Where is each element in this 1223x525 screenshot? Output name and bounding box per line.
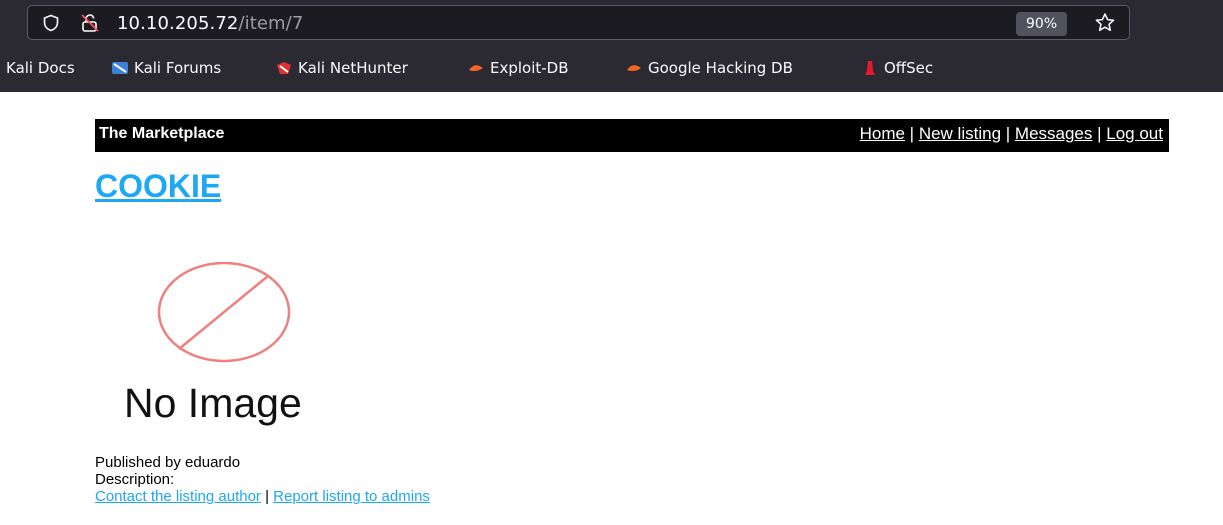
bookmark-label: Exploit-DB	[490, 59, 569, 77]
listing-meta: Published by eduardo Description: Contac…	[95, 454, 430, 505]
browser-chrome: 10.10.205.72/item/7 90% Kali Docs Kali F…	[0, 0, 1223, 92]
bookmark-exploit-db[interactable]: Exploit-DB	[468, 57, 569, 79]
nav-separator: |	[904, 124, 919, 143]
report-listing-link[interactable]: Report listing to admins	[273, 488, 430, 505]
shield-icon[interactable]	[42, 14, 60, 32]
bookmark-kali-forums[interactable]: Kali Forums	[112, 57, 221, 79]
ghdb-icon	[627, 65, 641, 72]
nav-messages-link[interactable]: Messages	[1015, 124, 1092, 143]
bookmark-offsec[interactable]: OffSec	[862, 57, 933, 79]
nav-new-listing-link[interactable]: New listing	[919, 124, 1001, 143]
contact-author-link[interactable]: Contact the listing author	[95, 488, 261, 505]
offsec-icon	[865, 61, 875, 75]
nav-home-link[interactable]: Home	[860, 124, 905, 143]
site-brand: The Marketplace	[99, 125, 225, 142]
listing-title-link[interactable]: COOKIE	[95, 168, 221, 205]
exploit-db-icon	[469, 65, 483, 72]
bookmark-kali-docs[interactable]: Kali Docs	[6, 57, 75, 79]
kali-forums-icon	[112, 62, 128, 74]
bookmarks-toolbar: Kali Docs Kali Forums Kali NetHunter Exp…	[0, 55, 1223, 83]
bookmark-label: Kali Docs	[6, 59, 75, 77]
bookmark-label: Kali NetHunter	[298, 59, 408, 77]
no-image-text: No Image	[124, 380, 302, 426]
zoom-level-badge[interactable]: 90%	[1016, 12, 1068, 36]
bookmark-label: Google Hacking DB	[648, 59, 793, 77]
url-host: 10.10.205.72	[117, 13, 239, 34]
site-navbar: The Marketplace Home | New listing | Mes…	[95, 119, 1169, 152]
bookmark-kali-nethunter[interactable]: Kali NetHunter	[276, 57, 408, 79]
listing-actions: Contact the listing author | Report list…	[95, 488, 430, 505]
nav-links: Home | New listing | Messages | Log out	[860, 124, 1163, 144]
address-bar[interactable]: 10.10.205.72/item/7 90%	[27, 5, 1130, 40]
bookmark-label: Kali Forums	[134, 59, 222, 77]
nethunter-icon	[277, 62, 291, 74]
published-by: Published by eduardo	[95, 454, 241, 471]
insecure-lock-icon[interactable]	[80, 13, 100, 33]
url-path: /item/7	[238, 13, 304, 34]
bookmark-label: OffSec	[884, 59, 934, 77]
bookmark-star-icon[interactable]	[1093, 11, 1117, 35]
nav-separator: |	[1001, 124, 1015, 143]
nav-separator: |	[1092, 124, 1107, 143]
description-label: Description:	[95, 471, 175, 488]
links-separator: |	[260, 488, 274, 505]
nav-logout-link[interactable]: Log out	[1106, 124, 1163, 143]
bookmark-google-hacking-db[interactable]: Google Hacking DB	[626, 57, 793, 79]
url-text[interactable]: 10.10.205.72/item/7	[117, 13, 303, 34]
